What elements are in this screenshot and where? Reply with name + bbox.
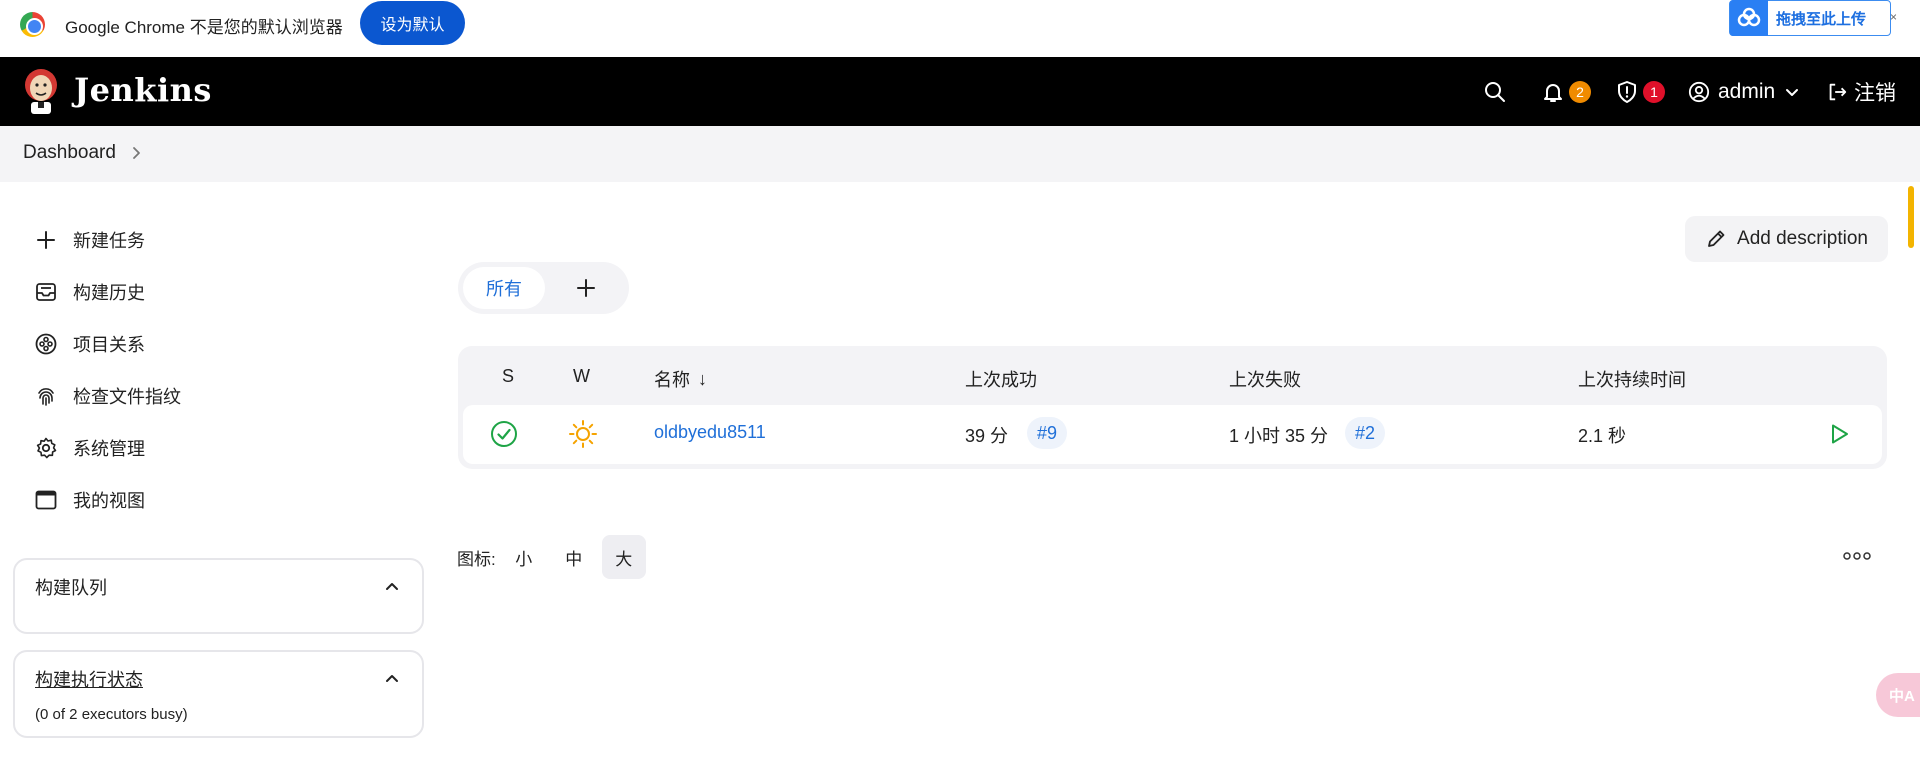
executor-status-panel: 构建执行状态 (0 of 2 executors busy) xyxy=(13,650,424,738)
logout-icon xyxy=(1829,83,1847,100)
last-success-time: 39 分 xyxy=(965,426,1009,446)
shield-icon xyxy=(1618,80,1636,103)
sort-arrow-icon: ↓ xyxy=(698,368,707,389)
column-header-name[interactable]: 名称 ↓ xyxy=(654,366,707,392)
notifications-button[interactable]: 2 xyxy=(1541,57,1591,126)
search-icon xyxy=(1485,81,1505,102)
job-name-link[interactable]: oldbyedu8511 xyxy=(654,422,766,443)
logout-button[interactable]: 注销 xyxy=(1826,57,1896,126)
sidebar-item-fingerprint[interactable]: 检查文件指纹 xyxy=(33,381,181,411)
fingerprint-icon xyxy=(33,383,59,409)
chrome-logo-icon xyxy=(20,12,45,37)
column-header-name-label: 名称 xyxy=(654,370,690,390)
user-circle-icon xyxy=(1688,81,1710,102)
jenkins-header: Jenkins 2 1 admin 注销 xyxy=(0,57,1920,126)
build-queue-panel: 构建队列 xyxy=(13,558,424,634)
security-button[interactable]: 1 xyxy=(1615,57,1665,126)
close-icon[interactable]: × xyxy=(1890,10,1897,24)
add-view-plus-icon[interactable] xyxy=(573,275,599,301)
icon-size-selector: 图标: 小 中 大 xyxy=(457,534,646,580)
sidebar-item-label: 系统管理 xyxy=(73,439,145,459)
column-header-last-duration[interactable]: 上次持续时间 xyxy=(1578,366,1686,392)
add-description-button[interactable]: Add description xyxy=(1685,216,1888,262)
breadcrumb: Dashboard xyxy=(0,126,1920,182)
sidebar-item-new-job[interactable]: 新建任务 xyxy=(33,225,145,255)
last-failure-time: 1 小时 35 分 xyxy=(1229,426,1329,446)
table-row: oldbyedu8511 39 分 #9 1 小时 35 分 #2 2.1 秒 xyxy=(463,405,1882,464)
jobs-table: S W 名称 ↓ 上次成功 上次失败 上次持续时间 oldbyedu8511 3… xyxy=(458,346,1887,469)
column-header-last-failure[interactable]: 上次失败 xyxy=(1229,366,1301,392)
security-badge: 1 xyxy=(1643,80,1665,103)
icon-size-large[interactable]: 大 xyxy=(601,535,646,579)
last-duration: 2.1 秒 xyxy=(1578,426,1627,446)
jenkins-home-link[interactable]: Jenkins xyxy=(22,65,212,115)
chevron-down-icon xyxy=(1786,88,1799,96)
bell-icon xyxy=(1544,83,1562,102)
tab-all[interactable]: 所有 xyxy=(463,267,545,309)
breadcrumb-dashboard[interactable]: Dashboard xyxy=(23,142,116,164)
window-icon xyxy=(33,487,59,513)
jenkins-butler-logo-icon xyxy=(25,69,57,114)
logout-label: 注销 xyxy=(1854,81,1896,105)
sidebar-item-label: 构建历史 xyxy=(73,283,145,303)
chevron-right-icon[interactable] xyxy=(128,145,144,161)
sidebar-item-label: 项目关系 xyxy=(73,335,145,355)
sidebar-item-my-views[interactable]: 我的视图 xyxy=(33,485,145,515)
user-name: admin xyxy=(1718,79,1776,103)
chevron-up-icon[interactable] xyxy=(384,670,400,686)
translate-button[interactable]: 中A xyxy=(1876,673,1920,717)
chrome-infobar: Google Chrome 不是您的默认浏览器 设为默认 拖拽至此上传 × xyxy=(0,0,1920,57)
icon-size-small[interactable]: 小 xyxy=(502,535,546,579)
view-tabs: 所有 xyxy=(458,262,629,314)
pencil-icon xyxy=(1708,230,1725,247)
sidebar-item-project-relationship[interactable]: 项目关系 xyxy=(33,329,145,359)
icon-size-label: 图标: xyxy=(457,549,496,569)
inbox-icon xyxy=(33,279,59,305)
sidebar-item-label: 我的视图 xyxy=(73,491,145,511)
column-header-last-success[interactable]: 上次成功 xyxy=(965,366,1037,392)
scrollbar-thumb[interactable] xyxy=(1908,186,1914,248)
cloud-icon xyxy=(1730,0,1768,36)
user-menu[interactable]: admin xyxy=(1688,57,1799,126)
last-success-build-link[interactable]: #9 xyxy=(1027,417,1068,449)
chevron-up-icon[interactable] xyxy=(384,578,400,594)
sidebar-item-manage[interactable]: 系统管理 xyxy=(33,433,145,463)
column-header-status[interactable]: S xyxy=(502,366,514,387)
column-header-weather[interactable]: W xyxy=(573,366,590,387)
set-default-button[interactable]: 设为默认 xyxy=(360,1,465,45)
more-options-icon[interactable] xyxy=(1843,550,1871,562)
sun-weather-icon xyxy=(569,420,597,448)
sidebar-item-label: 检查文件指纹 xyxy=(73,387,181,407)
sidebar-item-build-history[interactable]: 构建历史 xyxy=(33,277,145,307)
build-queue-title: 构建队列 xyxy=(35,578,107,598)
add-description-label: Add description xyxy=(1737,228,1868,249)
upload-dropzone[interactable]: 拖拽至此上传 xyxy=(1729,0,1891,36)
gear-icon xyxy=(33,435,59,461)
success-check-icon xyxy=(491,421,517,447)
brand-name: Jenkins xyxy=(74,71,212,109)
executor-status-title[interactable]: 构建执行状态 xyxy=(35,666,143,692)
sidebar-item-label: 新建任务 xyxy=(73,231,145,251)
plus-icon xyxy=(33,227,59,253)
play-build-icon[interactable] xyxy=(1827,422,1851,446)
last-failure-build-link[interactable]: #2 xyxy=(1345,417,1386,449)
upload-label: 拖拽至此上传 xyxy=(1776,10,1867,28)
search-button[interactable] xyxy=(1483,57,1507,126)
executor-summary: (0 of 2 executors busy) xyxy=(35,706,188,723)
relationship-icon xyxy=(33,331,59,357)
icon-size-medium[interactable]: 中 xyxy=(552,535,596,579)
infobar-message: Google Chrome 不是您的默认浏览器 xyxy=(65,18,343,37)
notifications-badge: 2 xyxy=(1569,80,1591,103)
